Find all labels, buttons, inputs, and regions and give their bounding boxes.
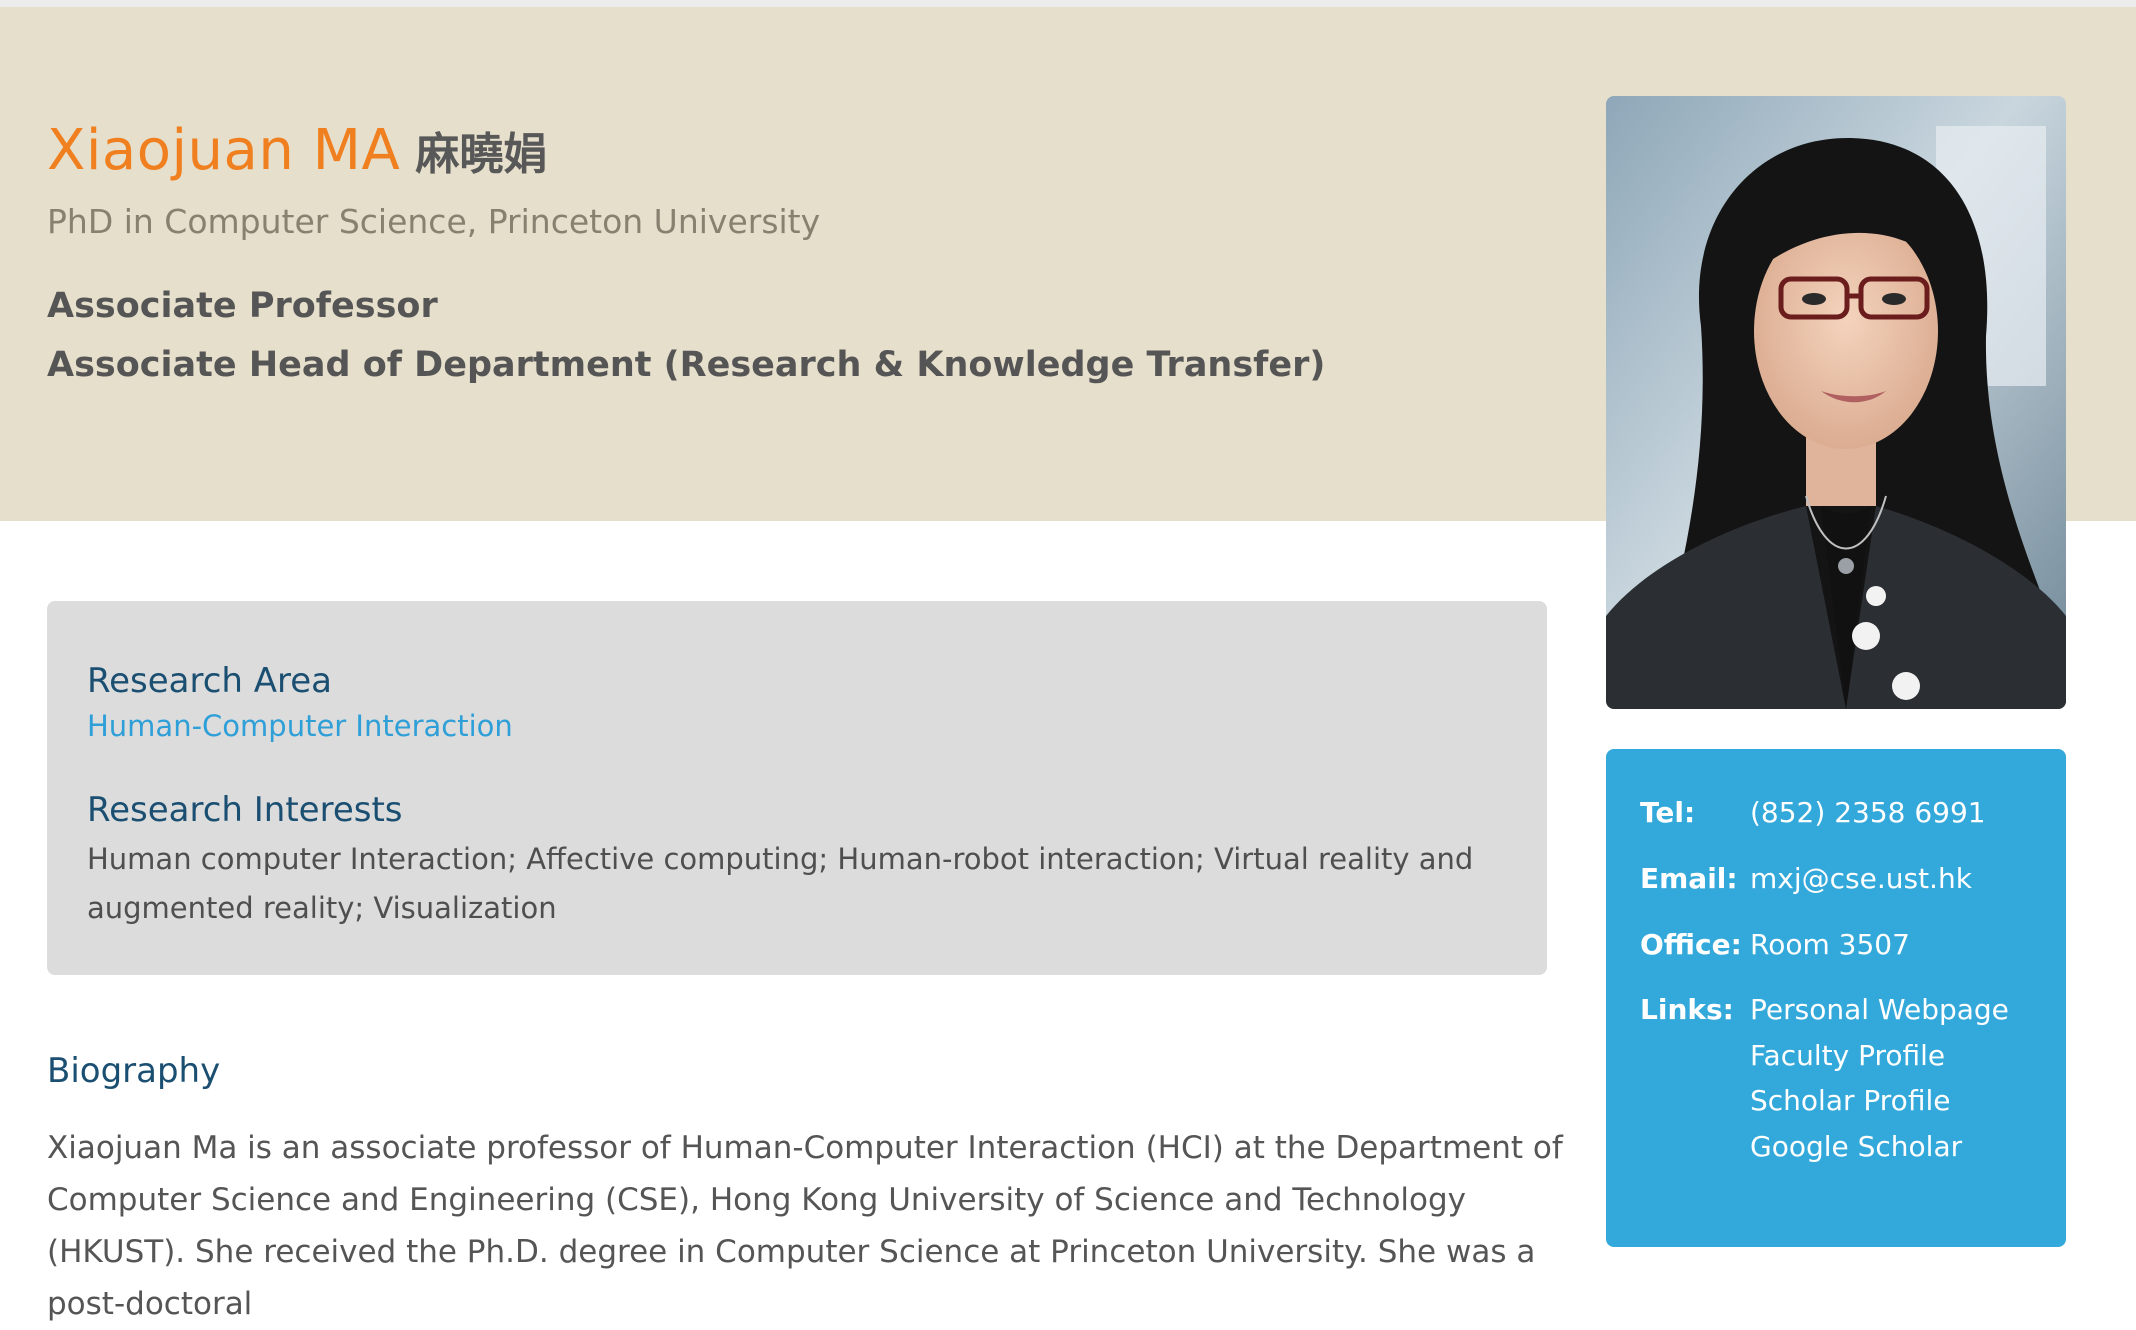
link-google-scholar[interactable]: Google Scholar xyxy=(1750,1130,1962,1163)
research-area-link[interactable]: Human-Computer Interaction xyxy=(87,709,513,743)
link-personal-webpage[interactable]: Personal Webpage xyxy=(1750,993,2009,1026)
link-faculty-profile[interactable]: Faculty Profile xyxy=(1750,1039,1945,1072)
name-english: Xiaojuan MA xyxy=(47,118,401,183)
name-chinese: 麻曉娟 xyxy=(415,129,548,180)
research-interests-heading: Research Interests xyxy=(87,790,403,830)
top-rule xyxy=(0,0,2136,7)
email-label: Email: xyxy=(1640,862,1738,895)
biography-heading: Biography xyxy=(47,1051,221,1091)
position-title: Associate Professor xyxy=(47,286,438,326)
tel-value: (852) 2358 6991 xyxy=(1750,796,1986,829)
links-label: Links: xyxy=(1640,993,1734,1026)
research-info-box: Research Area Human-Computer Interaction… xyxy=(47,601,1547,975)
contact-card: Tel: (852) 2358 6991 Email: mxj@cse.ust.… xyxy=(1606,749,2066,1247)
biography-text: Xiaojuan Ma is an associate professor of… xyxy=(47,1130,1563,1322)
research-area-heading: Research Area xyxy=(87,661,333,701)
degree-line: PhD in Computer Science, Princeton Unive… xyxy=(47,202,821,241)
profile-photo xyxy=(1606,96,2066,709)
office-value: Room 3507 xyxy=(1750,928,1910,961)
office-label: Office: xyxy=(1640,928,1742,961)
position-title: Associate Head of Department (Research &… xyxy=(47,345,1326,385)
profile-name: Xiaojuan MA 麻曉娟 xyxy=(47,118,547,183)
tel-label: Tel: xyxy=(1640,796,1696,829)
email-value[interactable]: mxj@cse.ust.hk xyxy=(1750,862,1972,895)
link-scholar-profile[interactable]: Scholar Profile xyxy=(1750,1084,1950,1117)
research-interests-text: Human computer Interaction; Affective co… xyxy=(87,842,1474,925)
